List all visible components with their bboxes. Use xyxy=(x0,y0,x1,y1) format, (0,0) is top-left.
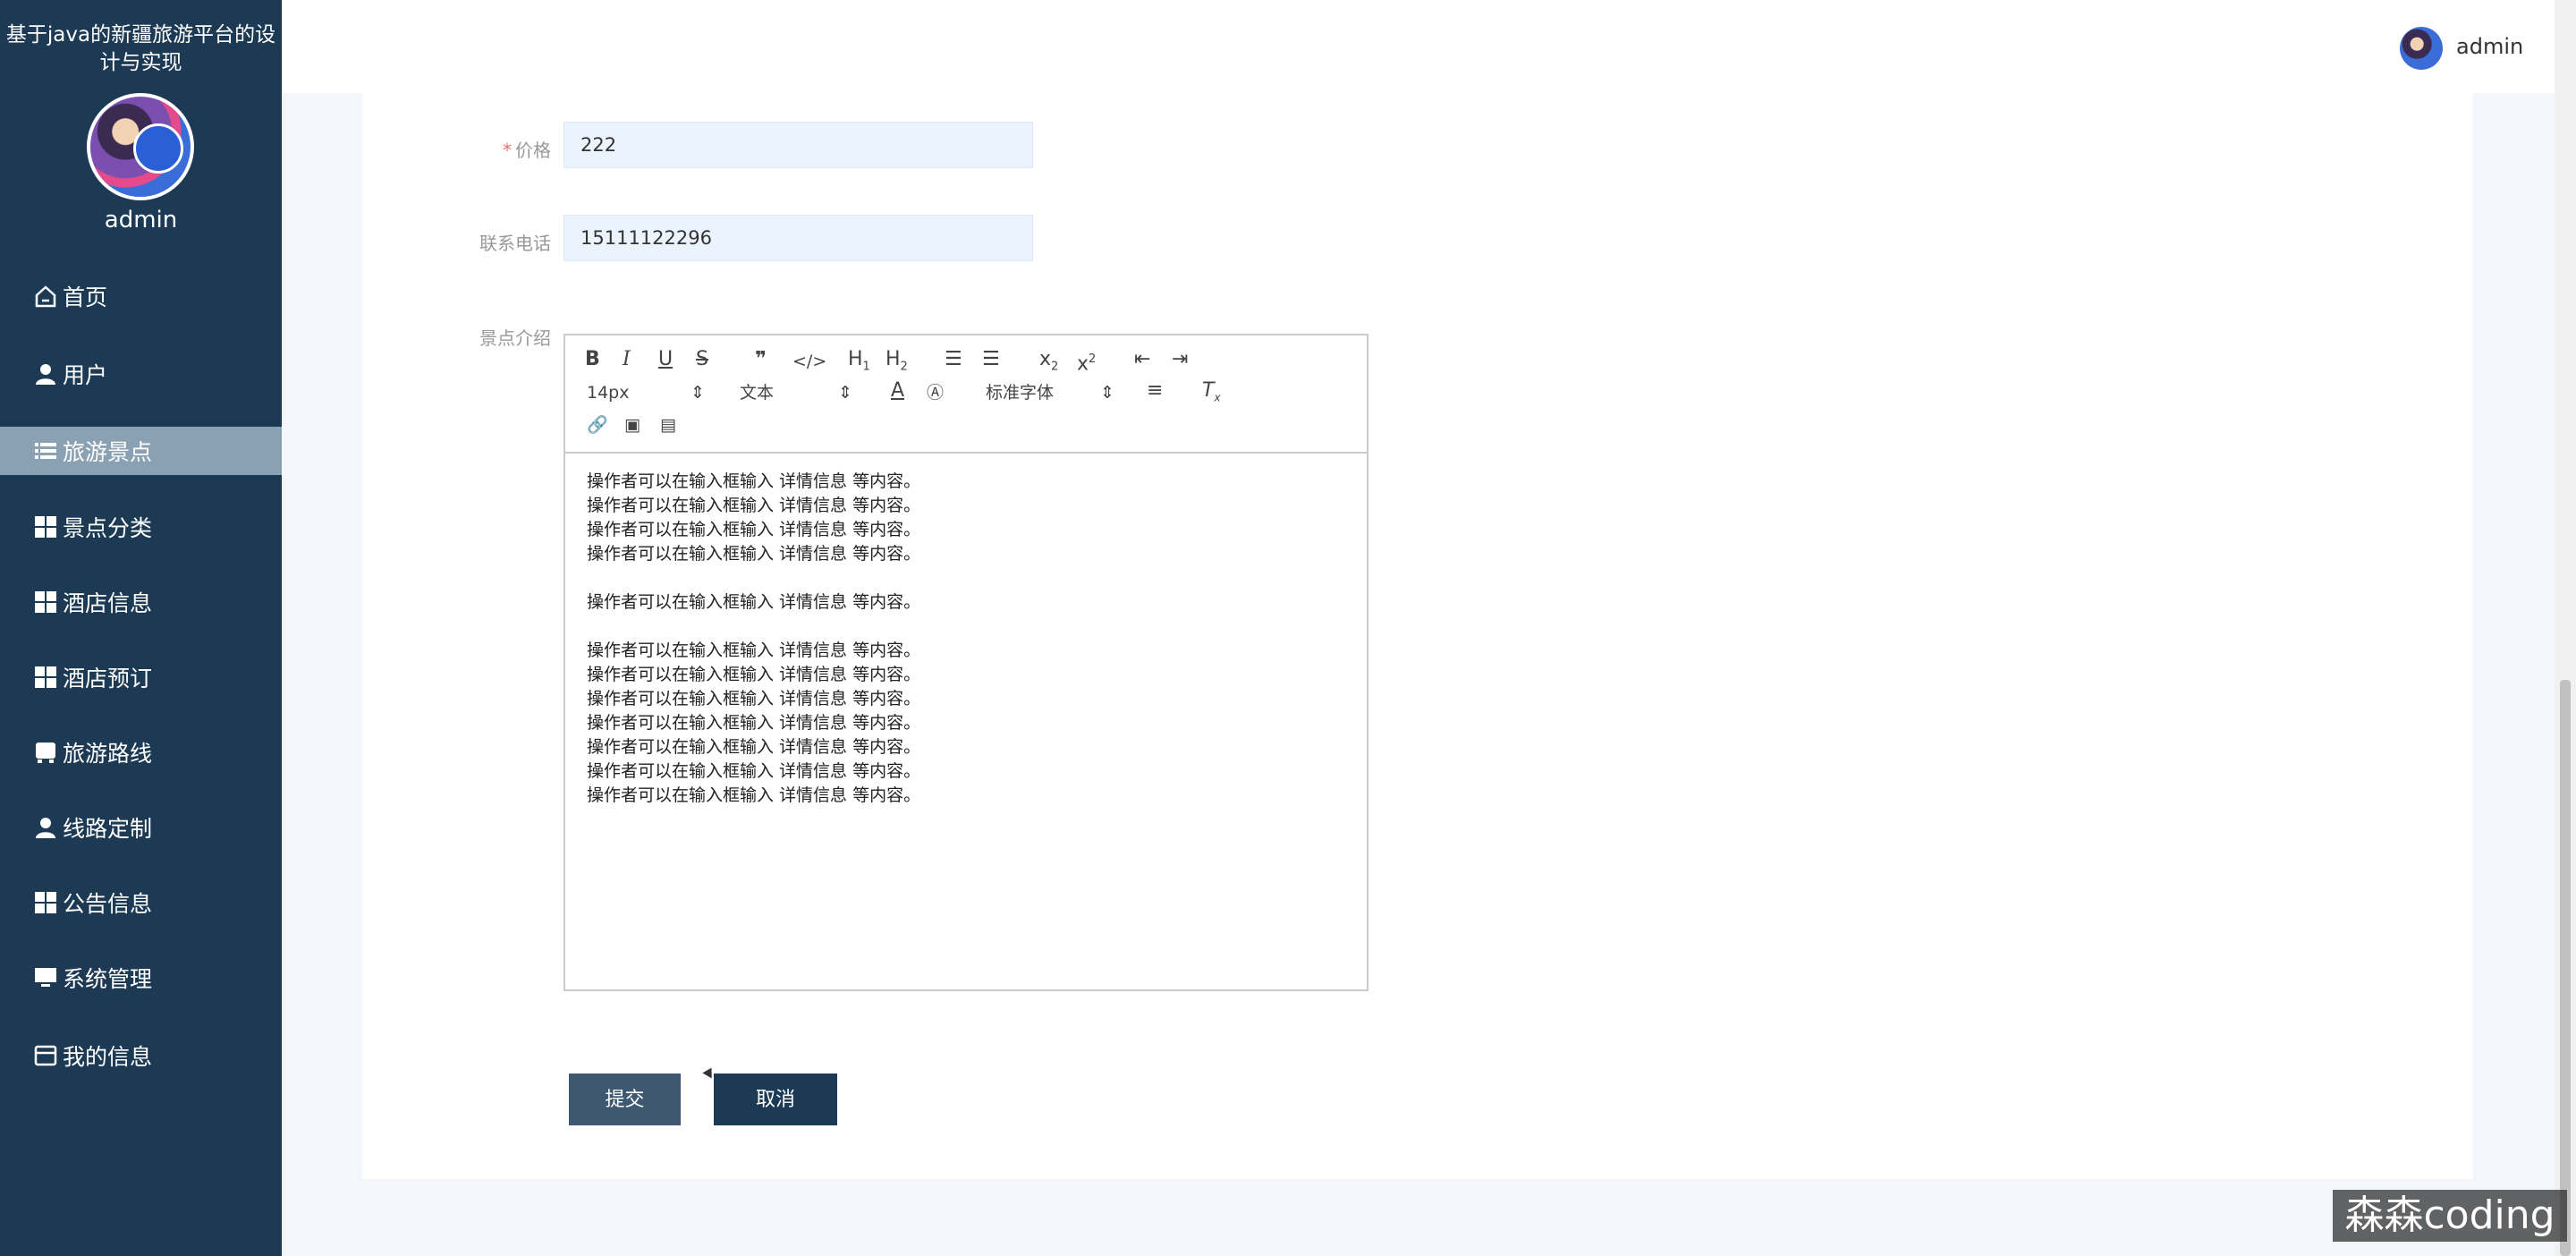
sidebar-item-label: 用户 xyxy=(63,362,108,388)
select-arrows-icon: ⇕ xyxy=(838,383,852,403)
video-icon[interactable]: ▤ xyxy=(660,412,676,437)
grid-icon xyxy=(32,889,59,916)
bus-icon xyxy=(32,739,59,766)
background-color-icon[interactable]: Ⓐ xyxy=(927,380,944,405)
editor-line: 操作者可以在输入框输入 详情信息 等内容。 xyxy=(587,761,921,781)
phone-label: 联系电话 xyxy=(479,233,551,254)
select-arrows-icon: ⇕ xyxy=(1100,383,1114,403)
editor-line: 操作者可以在输入框输入 详情信息 等内容。 xyxy=(587,785,921,805)
monitor-icon xyxy=(32,964,59,991)
sidebar-item-label: 景点分类 xyxy=(63,515,153,541)
sidebar-item-custom-routes[interactable]: 线路定制 xyxy=(0,803,282,852)
sidebar-item-label: 酒店预订 xyxy=(63,666,153,692)
font-size-select[interactable]: 14px xyxy=(587,380,629,405)
editor-line: 操作者可以在输入框输入 详情信息 等内容。 xyxy=(587,689,921,709)
sidebar-item-label: 系统管理 xyxy=(63,966,153,992)
code-block-icon[interactable]: </> xyxy=(792,349,826,374)
list-icon xyxy=(32,437,59,464)
sidebar-item-label: 旅游路线 xyxy=(63,741,153,767)
submit-button[interactable]: 提交 xyxy=(569,1074,681,1125)
indent-icon[interactable]: ⇥ xyxy=(1172,347,1188,372)
grid-icon xyxy=(32,513,59,540)
rich-text-editor[interactable]: B I U S ❞ </> H1 H2 ☰ ☰ x2 x2 ⇤ ⇥ 14px ⇕… xyxy=(564,334,1368,991)
font-color-icon[interactable]: A xyxy=(891,378,904,403)
sidebar: 基于java的新疆旅游平台的设计与实现 admin 首页 用户 旅游景点 景点分 xyxy=(0,0,282,1256)
sidebar-item-routes[interactable]: 旅游路线 xyxy=(0,728,282,777)
select-arrows-icon: ⇕ xyxy=(691,383,705,403)
sidebar-item-my-info[interactable]: 我的信息 xyxy=(0,1031,282,1080)
sidebar-item-attractions[interactable]: 旅游景点 xyxy=(0,427,282,475)
phone-input[interactable]: 15111122296 xyxy=(564,215,1033,261)
sidebar-item-label: 我的信息 xyxy=(63,1044,153,1070)
strikethrough-icon[interactable]: S xyxy=(696,347,708,372)
app-title: 基于java的新疆旅游平台的设计与实现 xyxy=(5,23,276,74)
editor-line: 操作者可以在输入框输入 详情信息 等内容。 xyxy=(587,713,921,733)
image-icon[interactable]: ▣ xyxy=(624,412,640,437)
price-label: * 价格 xyxy=(503,140,551,161)
heading2-icon[interactable]: H2 xyxy=(886,347,908,379)
sidebar-item-label: 公告信息 xyxy=(63,891,153,917)
align-icon[interactable]: ≡ xyxy=(1147,378,1163,403)
subscript-icon[interactable]: x2 xyxy=(1039,347,1058,379)
editor-line: 操作者可以在输入框输入 详情信息 等内容。 xyxy=(587,665,921,684)
font-family-select[interactable]: 标准字体 xyxy=(986,380,1054,405)
watermark: 森森coding xyxy=(2333,1190,2567,1242)
block-type-select[interactable]: 文本 xyxy=(740,380,774,405)
intro-label: 景点介绍 xyxy=(479,327,551,349)
user-icon xyxy=(32,361,59,387)
header-username[interactable]: admin xyxy=(2456,34,2523,59)
sidebar-item-categories[interactable]: 景点分类 xyxy=(0,503,282,551)
header-avatar[interactable] xyxy=(2400,27,2443,70)
sidebar-item-announcements[interactable]: 公告信息 xyxy=(0,878,282,927)
editor-blank-line xyxy=(587,615,1347,639)
sidebar-item-label: 酒店信息 xyxy=(63,590,153,616)
avatar xyxy=(87,93,194,200)
heading1-icon[interactable]: H1 xyxy=(848,347,870,379)
editor-toolbar: B I U S ❞ </> H1 H2 ☰ ☰ x2 x2 ⇤ ⇥ 14px ⇕… xyxy=(565,335,1367,454)
sidebar-item-label: 旅游景点 xyxy=(63,439,153,465)
sidebar-item-users[interactable]: 用户 xyxy=(0,350,282,398)
underline-icon[interactable]: U xyxy=(658,347,673,372)
sidebar-item-label: 线路定制 xyxy=(63,816,153,842)
sidebar-item-system[interactable]: 系统管理 xyxy=(0,954,282,1002)
editor-blank-line xyxy=(587,566,1347,590)
superscript-icon[interactable]: x2 xyxy=(1077,347,1096,377)
editor-line: 操作者可以在输入框输入 详情信息 等内容。 xyxy=(587,544,921,564)
editor-line: 操作者可以在输入框输入 详情信息 等内容。 xyxy=(587,471,921,491)
home-icon xyxy=(32,283,59,310)
blockquote-icon[interactable]: ❞ xyxy=(755,347,767,372)
ordered-list-icon[interactable]: ☰ xyxy=(945,347,962,372)
price-input[interactable]: 222 xyxy=(564,122,1033,168)
card-icon xyxy=(32,1042,59,1069)
bullet-list-icon[interactable]: ☰ xyxy=(982,347,1000,372)
editor-content[interactable]: 操作者可以在输入框输入 详情信息 等内容。 操作者可以在输入框输入 详情信息 等… xyxy=(587,470,1347,808)
grid-icon xyxy=(32,589,59,615)
user-icon xyxy=(32,814,59,841)
clear-format-icon[interactable]: Tx xyxy=(1202,378,1221,410)
sidebar-item-home[interactable]: 首页 xyxy=(0,272,282,320)
outdent-icon[interactable]: ⇤ xyxy=(1134,347,1150,372)
editor-line: 操作者可以在输入框输入 详情信息 等内容。 xyxy=(587,496,921,515)
editor-line: 操作者可以在输入框输入 详情信息 等内容。 xyxy=(587,737,921,757)
bold-icon[interactable]: B xyxy=(585,347,600,372)
editor-line: 操作者可以在输入框输入 详情信息 等内容。 xyxy=(587,641,921,660)
editor-line: 操作者可以在输入框输入 详情信息 等内容。 xyxy=(587,520,921,539)
cancel-button[interactable]: 取消 xyxy=(714,1074,837,1125)
sidebar-username: admin xyxy=(104,207,178,233)
grid-icon xyxy=(32,664,59,691)
italic-icon[interactable]: I xyxy=(623,347,631,372)
sidebar-item-bookings[interactable]: 酒店预订 xyxy=(0,653,282,701)
editor-line: 操作者可以在输入框输入 详情信息 等内容。 xyxy=(587,592,921,612)
top-bar xyxy=(282,0,2576,93)
scrollbar-thumb[interactable] xyxy=(2560,680,2571,1256)
link-icon[interactable]: 🔗 xyxy=(587,412,608,437)
sidebar-item-hotels[interactable]: 酒店信息 xyxy=(0,578,282,626)
sidebar-item-label: 首页 xyxy=(63,284,108,310)
